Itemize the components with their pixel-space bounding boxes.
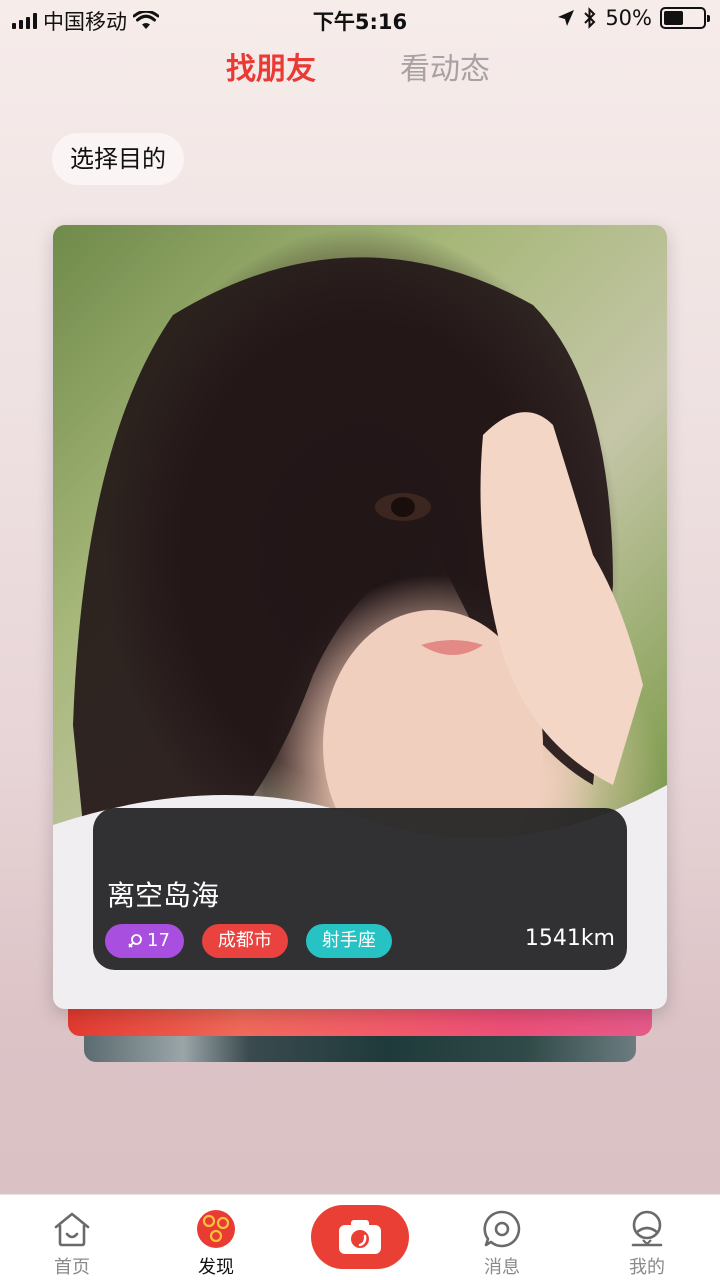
profile-card[interactable]: 离空岛海 17 成都市 射手座 1541km	[53, 225, 667, 1009]
choose-purpose-button[interactable]: 选择目的	[52, 133, 184, 185]
profile-tags: 17 成都市 射手座	[105, 924, 392, 958]
nav-discover-label: 发现	[198, 1257, 234, 1278]
profile-name: 离空岛海	[107, 879, 220, 912]
nav-mine[interactable]: 我的	[602, 1209, 692, 1279]
camera-button[interactable]	[311, 1205, 409, 1269]
message-icon	[483, 1210, 521, 1248]
nav-discover[interactable]: 发现	[171, 1209, 261, 1279]
location-arrow-icon	[558, 10, 575, 26]
tab-moments[interactable]: 看动态	[400, 44, 490, 88]
battery-fill	[664, 11, 683, 25]
home-icon	[54, 1212, 90, 1247]
age-tag: 17	[105, 924, 184, 958]
battery-percent: 50%	[605, 6, 652, 30]
zodiac-tag: 射手座	[305, 924, 392, 958]
battery-icon	[660, 7, 710, 29]
age-value: 17	[147, 930, 170, 951]
nav-messages-label: 消息	[484, 1257, 520, 1278]
nav-messages[interactable]: 消息	[457, 1209, 547, 1279]
distance-label: 1541km	[524, 926, 615, 951]
nav-home-label: 首页	[54, 1257, 90, 1278]
bluetooth-icon	[584, 7, 596, 29]
discover-icon	[197, 1210, 235, 1248]
bottom-nav: 首页 发现 消息 我的	[0, 1194, 720, 1280]
profile-icon	[631, 1210, 663, 1247]
header-tabs: 找朋友 看动态	[0, 44, 720, 94]
status-right: 50%	[557, 6, 710, 30]
status-bar: 中国移动 下午5:16 50%	[0, 0, 720, 40]
nav-mine-label: 我的	[629, 1257, 665, 1278]
tab-find-friends[interactable]: 找朋友	[226, 44, 316, 88]
female-icon	[128, 934, 142, 948]
camera-icon	[339, 1220, 381, 1254]
profile-info-panel: 离空岛海 17 成都市 射手座 1541km	[93, 808, 627, 970]
city-tag: 成都市	[201, 924, 288, 958]
nav-home[interactable]: 首页	[27, 1209, 117, 1279]
